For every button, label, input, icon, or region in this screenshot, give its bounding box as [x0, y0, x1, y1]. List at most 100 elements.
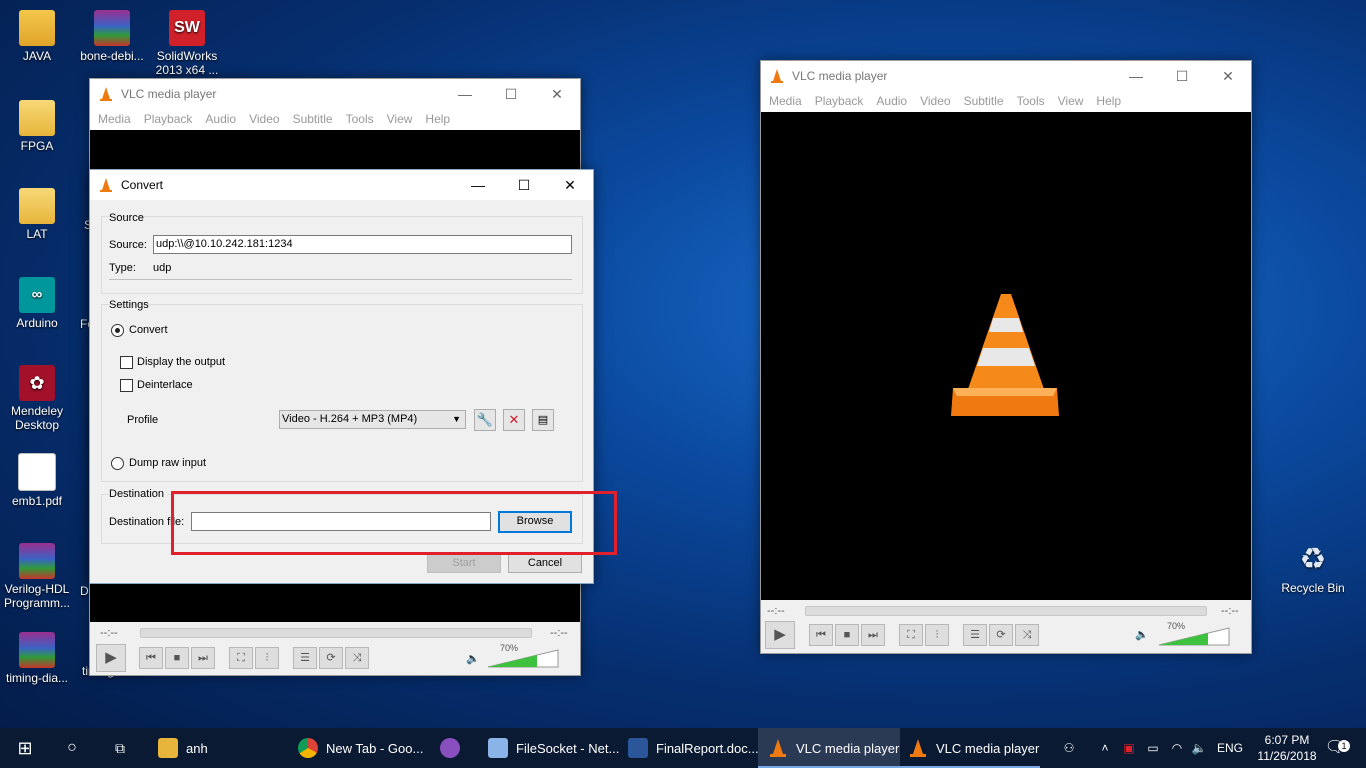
previous-button[interactable]: ⏮ [809, 624, 833, 646]
mendeley-desktop-icon[interactable]: ✿ Mendeley Desktop [0, 365, 74, 432]
menu-bar: Media Playback Audio Video Subtitle Tool… [761, 91, 1251, 111]
volume-icon[interactable]: 🔈 [1190, 728, 1208, 768]
menu-view[interactable]: View [1053, 94, 1092, 108]
extended-settings-button[interactable]: ⫶ [925, 624, 949, 646]
taskbar-item-word[interactable]: FinalReport.doc... [618, 728, 762, 768]
shuffle-button[interactable]: ⤨ [1015, 624, 1039, 646]
dump-raw-label: Dump raw input [129, 457, 207, 469]
loop-button[interactable]: ⟳ [989, 624, 1013, 646]
timing-dia-desktop-icon[interactable]: timing-dia... [0, 632, 74, 685]
settings-group [101, 304, 583, 482]
wifi-icon[interactable]: ◠ [1168, 728, 1186, 768]
menu-tools[interactable]: Tools [341, 112, 382, 126]
fullscreen-button[interactable]: ⛶ [899, 624, 923, 646]
close-button[interactable]: ✕ [547, 170, 593, 200]
new-profile-icon[interactable]: ▤ [532, 409, 554, 431]
windows-start-icon[interactable]: ⊞ [12, 728, 38, 768]
folder-icon [19, 188, 55, 224]
menu-subtitle[interactable]: Subtitle [959, 94, 1012, 108]
maximize-button[interactable]: ☐ [501, 170, 547, 200]
menu-media[interactable]: Media [93, 112, 139, 126]
task-view-icon[interactable]: ⧉ [108, 728, 132, 768]
menu-help[interactable]: Help [420, 112, 458, 126]
speaker-icon[interactable]: 🔈 [466, 652, 480, 665]
playlist-button[interactable]: ☰ [293, 647, 317, 669]
play-button[interactable]: ▶ [96, 644, 126, 672]
volume-slider[interactable] [486, 648, 560, 668]
seek-slider[interactable] [805, 606, 1207, 616]
java-desktop-icon[interactable]: JAVA [0, 10, 74, 63]
taskbar-item-app[interactable] [430, 728, 480, 768]
taskbar: ⊞ ○ ⧉ anh New Tab - Goo... FileSocket - … [0, 728, 1366, 768]
language-indicator[interactable]: ENG [1214, 728, 1246, 768]
shuffle-button[interactable]: ⤨ [345, 647, 369, 669]
verilog-desktop-icon[interactable]: Verilog-HDL Programm... [0, 543, 74, 610]
speaker-icon[interactable]: 🔈 [1135, 628, 1149, 641]
cancel-button[interactable]: Cancel [508, 553, 582, 573]
close-button[interactable]: ✕ [534, 79, 580, 109]
solidworks-desktop-icon[interactable]: SW SolidWorks 2013 x64 ... [150, 10, 224, 77]
menu-tools[interactable]: Tools [1012, 94, 1053, 108]
arduino-desktop-icon[interactable]: ∞ Arduino [0, 277, 74, 330]
clock[interactable]: 6:07 PM 11/26/2018 [1254, 728, 1320, 768]
chevron-up-icon[interactable]: ˄ [1095, 728, 1115, 768]
menu-media[interactable]: Media [764, 94, 810, 108]
video-area[interactable] [761, 112, 1251, 600]
stop-button[interactable]: ■ [165, 647, 189, 669]
taskbar-item-filesocket[interactable]: FileSocket - Net... [478, 728, 620, 768]
edit-profile-wrench-icon[interactable]: 🔧 [474, 409, 496, 431]
lat-desktop-icon[interactable]: LAT [0, 188, 74, 241]
vlc-cone-icon [770, 739, 786, 757]
dump-raw-radio[interactable] [111, 457, 124, 470]
source-field[interactable]: udp:\\@10.10.242.181:1234 [153, 235, 572, 254]
menu-subtitle[interactable]: Subtitle [288, 112, 341, 126]
taskbar-item-vlc-2[interactable]: VLC media player [898, 728, 1040, 768]
vlc-cone-logo-icon [951, 294, 1059, 416]
menu-playback[interactable]: Playback [139, 112, 201, 126]
maximize-button[interactable]: ☐ [1159, 61, 1205, 91]
next-button[interactable]: ⏭ [191, 647, 215, 669]
title-bar[interactable]: VLC media player — ☐ ✕ [761, 61, 1251, 91]
menu-playback[interactable]: Playback [810, 94, 872, 108]
stop-button[interactable]: ■ [835, 624, 859, 646]
close-button[interactable]: ✕ [1205, 61, 1251, 91]
next-button[interactable]: ⏭ [861, 624, 885, 646]
extended-settings-button[interactable]: ⫶ [255, 647, 279, 669]
fullscreen-button[interactable]: ⛶ [229, 647, 253, 669]
loop-button[interactable]: ⟳ [319, 647, 343, 669]
delete-profile-icon[interactable]: ✕ [503, 409, 525, 431]
fpga-desktop-icon[interactable]: FPGA [0, 100, 74, 153]
menu-view[interactable]: View [382, 112, 421, 126]
tray-app-icon[interactable]: ▣ [1120, 728, 1138, 768]
bone-debi-desktop-icon[interactable]: bone-debi... [75, 10, 149, 63]
menu-help[interactable]: Help [1091, 94, 1129, 108]
emb1-pdf-desktop-icon[interactable]: emb1.pdf [0, 453, 74, 508]
play-button[interactable]: ▶ [765, 621, 795, 649]
taskbar-item-explorer[interactable]: anh [148, 728, 292, 768]
seek-slider[interactable] [140, 628, 532, 638]
minimize-button[interactable]: — [442, 79, 488, 109]
maximize-button[interactable]: ☐ [488, 79, 534, 109]
minimize-button[interactable]: — [1113, 61, 1159, 91]
start-button[interactable]: Start [427, 553, 501, 573]
profile-select[interactable]: Video - H.264 + MP3 (MP4) ▼ [279, 410, 466, 429]
deinterlace-checkbox[interactable] [120, 379, 133, 392]
menu-video[interactable]: Video [915, 94, 958, 108]
dialog-title-bar[interactable]: Convert — ☐ ✕ [90, 170, 593, 200]
people-icon[interactable]: ⚇ [1058, 728, 1080, 768]
display-output-checkbox[interactable] [120, 356, 133, 369]
taskbar-item-vlc-1[interactable]: VLC media player [758, 728, 900, 768]
menu-audio[interactable]: Audio [871, 94, 915, 108]
title-bar[interactable]: VLC media player — ☐ ✕ [90, 79, 580, 109]
search-circle-icon[interactable]: ○ [60, 728, 84, 768]
battery-icon[interactable]: ▭ [1144, 728, 1162, 768]
menu-video[interactable]: Video [244, 112, 287, 126]
previous-button[interactable]: ⏮ [139, 647, 163, 669]
notification-count: 1 [1338, 740, 1350, 752]
convert-radio[interactable] [111, 324, 124, 337]
playlist-button[interactable]: ☰ [963, 624, 987, 646]
taskbar-item-chrome[interactable]: New Tab - Goo... [288, 728, 430, 768]
minimize-button[interactable]: — [455, 170, 501, 200]
menu-audio[interactable]: Audio [200, 112, 244, 126]
recycle-bin-desktop-icon[interactable]: ♻ Recycle Bin [1274, 542, 1352, 595]
